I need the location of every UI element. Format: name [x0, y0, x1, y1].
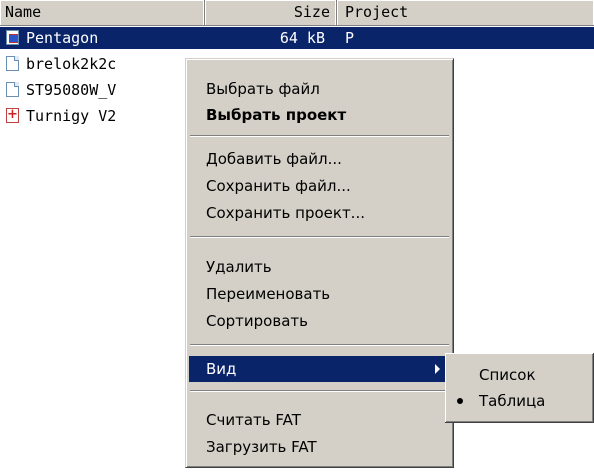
menu-item-load-fat[interactable]: Загрузить FAT [189, 434, 450, 460]
list-item[interactable]: Pentagon 64 kB P [0, 27, 594, 49]
column-header-name[interactable]: Name [0, 0, 205, 25]
menu-item-delete[interactable]: Удалить [189, 254, 450, 280]
column-header-project[interactable]: Project [337, 0, 594, 25]
menu-item-select-project[interactable]: Выбрать проект [189, 102, 450, 128]
menu-separator [190, 390, 449, 392]
document-icon [5, 56, 20, 72]
document-icon [5, 82, 20, 98]
red-plus-document-icon: + [6, 107, 19, 123]
menu-separator [190, 344, 449, 346]
menu-separator [190, 135, 449, 137]
menu-item-save-project[interactable]: Сохранить проект... [189, 200, 450, 226]
menu-item-save-file[interactable]: Сохранить файл... [189, 173, 450, 199]
menu-item-view-label: Вид [206, 360, 237, 378]
submenu-arrow-icon [435, 364, 440, 374]
menu-item-add-file[interactable]: Добавить файл... [189, 146, 450, 172]
submenu-item-table-label: Таблица [479, 392, 546, 410]
list-item-project: P [345, 29, 355, 47]
list-item-name: Turnigy V2 [26, 107, 117, 125]
menu-item-select-file[interactable]: Выбрать файл [189, 76, 450, 102]
column-header-size[interactable]: Size [205, 0, 337, 25]
context-menu: Выбрать файл Выбрать проект Добавить фай… [185, 58, 454, 468]
list-item-size: 64 kB [279, 29, 325, 47]
menu-item-sort[interactable]: Сортировать [189, 308, 450, 334]
menu-separator [190, 236, 449, 238]
submenu-item-list[interactable]: Список [448, 362, 588, 388]
list-item-name: ST95080W_V [26, 81, 117, 99]
menu-item-rename[interactable]: Переименовать [189, 281, 450, 307]
list-header: Name Size Project [0, 0, 594, 26]
submenu-item-table[interactable]: Таблица [448, 388, 588, 414]
pentagon-file-icon [5, 30, 20, 46]
menu-item-view[interactable]: Вид [189, 356, 450, 382]
list-item-name: brelok2k2c [26, 55, 117, 73]
radio-bullet-icon [457, 398, 463, 404]
list-item-name: Pentagon [26, 29, 99, 47]
menu-item-read-fat[interactable]: Считать FAT [189, 407, 450, 433]
view-submenu: Список Таблица [445, 353, 594, 423]
